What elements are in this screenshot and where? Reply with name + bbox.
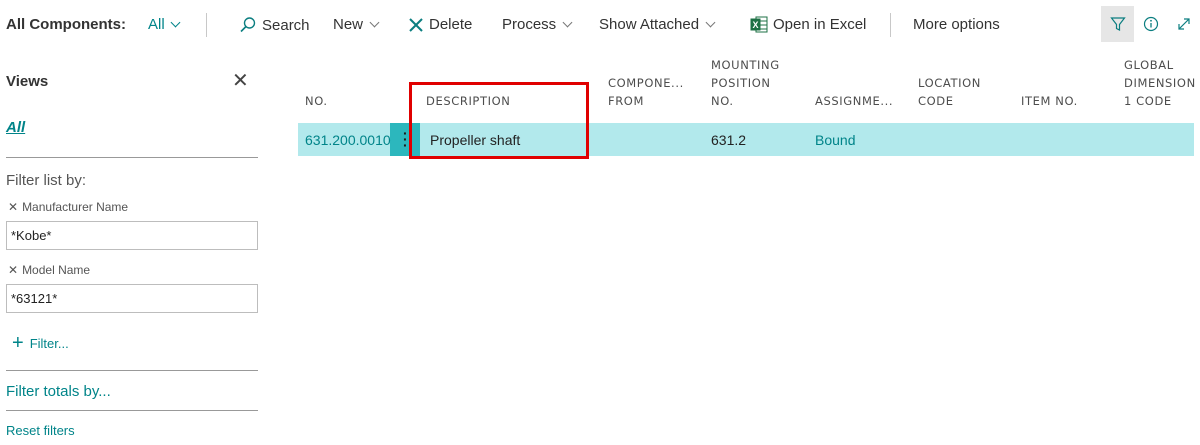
search-label: Search bbox=[262, 16, 310, 34]
open-in-excel-label: Open in Excel bbox=[773, 16, 867, 33]
show-attached-menu[interactable]: Show Attached bbox=[599, 16, 716, 33]
more-options-label: More options bbox=[913, 16, 1000, 33]
excel-icon: X bbox=[750, 16, 768, 33]
view-link-all[interactable]: All bbox=[6, 119, 25, 136]
remove-filter-icon[interactable]: ✕ bbox=[8, 200, 18, 214]
close-icon[interactable]: ✕ bbox=[232, 71, 249, 91]
column-header-global-dimension-1-code[interactable]: GLOBAL DIMENSION 1 CODE bbox=[1124, 56, 1200, 110]
model-name-filter-input[interactable] bbox=[6, 284, 258, 313]
search-button[interactable]: Search bbox=[239, 16, 310, 34]
process-label: Process bbox=[502, 16, 557, 33]
filter-label-model: ✕ Model Name bbox=[8, 263, 90, 277]
svg-text:X: X bbox=[752, 20, 758, 30]
filter-pane-button[interactable] bbox=[1101, 6, 1134, 42]
show-attached-label: Show Attached bbox=[599, 16, 700, 33]
more-options-button[interactable]: More options bbox=[913, 16, 1000, 33]
cell-mounting-position-no[interactable]: 631.2 bbox=[711, 132, 746, 148]
reset-filters-link[interactable]: Reset filters bbox=[6, 423, 75, 438]
divider bbox=[6, 157, 258, 158]
chevron-down-icon bbox=[369, 17, 380, 27]
highlight-box bbox=[409, 82, 589, 159]
toolbar-icon-group bbox=[1101, 6, 1200, 42]
chevron-down-icon bbox=[170, 17, 181, 27]
views-heading: Views bbox=[6, 73, 49, 90]
filter-field-name: Model Name bbox=[22, 263, 91, 277]
manufacturer-name-filter-input[interactable] bbox=[6, 221, 258, 250]
separator bbox=[206, 13, 207, 37]
action-bar: All Components: All Search New Delete Pr… bbox=[0, 0, 1200, 50]
divider bbox=[6, 370, 258, 371]
new-label: New bbox=[333, 16, 364, 33]
column-header-no[interactable]: NO. bbox=[305, 56, 328, 110]
delete-label: Delete bbox=[429, 16, 473, 33]
info-button[interactable] bbox=[1134, 6, 1167, 42]
page-title: All Components: bbox=[6, 16, 126, 33]
column-header-item-no[interactable]: ITEM NO. bbox=[1021, 56, 1078, 110]
filter-list-by-label: Filter list by: bbox=[6, 172, 87, 189]
expand-button[interactable] bbox=[1167, 6, 1200, 42]
chevron-down-icon bbox=[705, 17, 716, 27]
separator bbox=[890, 13, 891, 37]
filter-field-name: Manufacturer Name bbox=[22, 200, 129, 214]
filter-label-manufacturer: ✕ Manufacturer Name bbox=[8, 200, 128, 214]
add-filter-label: Filter... bbox=[29, 335, 69, 351]
filter-totals-by-link[interactable]: Filter totals by... bbox=[6, 383, 111, 400]
info-icon bbox=[1143, 16, 1158, 32]
filter-icon bbox=[1109, 17, 1126, 31]
column-header-location-code[interactable]: LOCATION CODE bbox=[918, 56, 981, 110]
delete-button[interactable]: Delete bbox=[408, 16, 472, 33]
column-header-assignment[interactable]: ASSIGNME... bbox=[815, 56, 893, 110]
column-header-component-from[interactable]: COMPONE... FROM bbox=[608, 56, 684, 110]
view-selector-label: All bbox=[148, 16, 165, 33]
new-button[interactable]: New bbox=[333, 16, 380, 33]
divider bbox=[6, 410, 258, 411]
cell-assignment[interactable]: Bound bbox=[815, 132, 855, 148]
add-filter-button[interactable]: + Filter... bbox=[12, 332, 69, 354]
row-actions-icon[interactable]: · · · bbox=[403, 126, 408, 152]
process-menu[interactable]: Process bbox=[502, 16, 573, 33]
remove-filter-icon[interactable]: ✕ bbox=[8, 263, 18, 277]
view-selector[interactable]: All bbox=[148, 16, 181, 33]
cell-no[interactable]: 631.200.0010 bbox=[305, 132, 391, 148]
search-icon bbox=[240, 17, 256, 33]
open-in-excel-button[interactable]: X Open in Excel bbox=[750, 16, 866, 33]
delete-icon bbox=[409, 17, 423, 32]
chevron-down-icon bbox=[562, 17, 573, 27]
plus-icon: + bbox=[12, 332, 24, 354]
column-header-mounting-position-no[interactable]: MOUNTING POSITION NO. bbox=[711, 56, 780, 110]
expand-icon bbox=[1177, 18, 1190, 30]
